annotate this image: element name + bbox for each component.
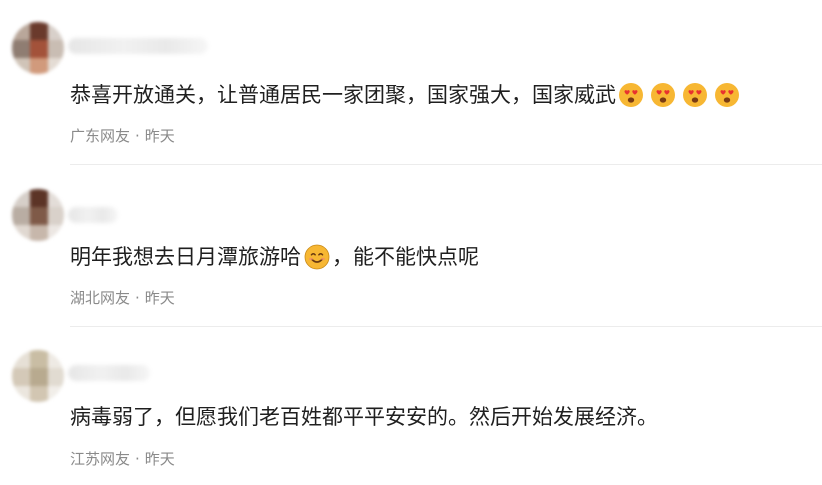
emoji-group	[618, 82, 746, 108]
comment-meta: 广东网友 · 昨天	[70, 126, 175, 146]
comment-location: 江苏网友	[70, 450, 131, 468]
heart-eyes-emoji-icon	[715, 83, 739, 107]
comment-text: 病毒弱了，但愿我们老百姓都平平安安的。然后开始发展经济。	[70, 402, 658, 432]
heart-eyes-emoji-icon	[683, 83, 707, 107]
meta-separator: ·	[135, 289, 140, 307]
comment-text: 恭喜开放通关，让普通居民一家团聚，国家强大，国家威武	[70, 80, 746, 110]
username-blurred[interactable]	[68, 207, 118, 223]
comment-item: 恭喜开放通关，让普通居民一家团聚，国家强大，国家威武 广东网友 · 昨天	[0, 0, 822, 165]
comment-time: 昨天	[144, 127, 175, 145]
meta-separator: ·	[135, 450, 140, 468]
comment-time: 昨天	[144, 450, 175, 468]
heart-eyes-emoji-icon	[651, 83, 675, 107]
comment-text: 明年我想去日月潭旅游哈 ，能不能快点呢	[70, 242, 479, 272]
comment-item: 明年我想去日月潭旅游哈 ，能不能快点呢 湖北网友 · 昨天	[0, 165, 822, 327]
comment-time: 昨天	[144, 289, 175, 307]
avatar[interactable]	[12, 189, 64, 241]
smiling-face-emoji-icon	[304, 244, 330, 270]
avatar[interactable]	[12, 22, 64, 74]
comment-text-body: 恭喜开放通关，让普通居民一家团聚，国家强大，国家威武	[70, 83, 616, 107]
comment-text-body: 病毒弱了，但愿我们老百姓都平平安安的。然后开始发展经济。	[70, 405, 658, 429]
comment-meta: 江苏网友 · 昨天	[70, 449, 175, 469]
username-blurred[interactable]	[68, 38, 208, 54]
comment-text-part-1: 明年我想去日月潭旅游哈	[70, 245, 301, 269]
avatar[interactable]	[12, 350, 64, 402]
meta-separator: ·	[135, 127, 140, 145]
comment-meta: 湖北网友 · 昨天	[70, 288, 175, 308]
heart-eyes-emoji-icon	[619, 83, 643, 107]
comment-item: 病毒弱了，但愿我们老百姓都平平安安的。然后开始发展经济。 江苏网友 · 昨天	[0, 327, 822, 485]
comment-location: 广东网友	[70, 127, 131, 145]
comment-text-part-2: ，能不能快点呢	[332, 245, 479, 269]
username-blurred[interactable]	[68, 365, 150, 381]
comment-location: 湖北网友	[70, 289, 131, 307]
